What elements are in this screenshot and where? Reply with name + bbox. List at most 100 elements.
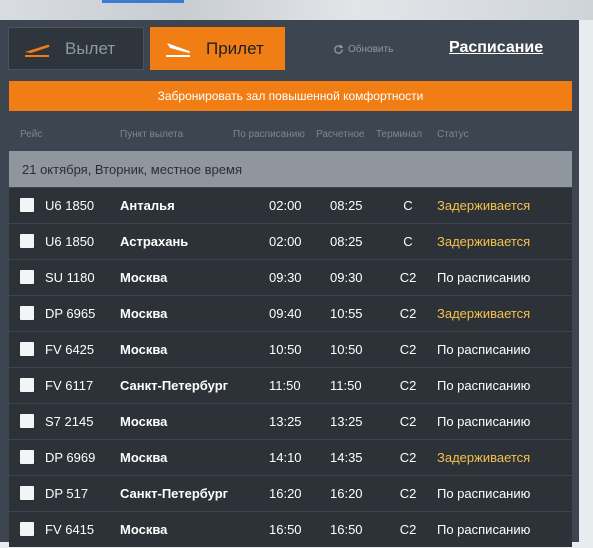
terminal: C2	[399, 450, 417, 465]
scheduled-time: 16:50	[269, 522, 302, 537]
page-margin	[579, 20, 593, 542]
estimated-time: 16:20	[330, 486, 363, 501]
flight-status: Задерживается	[437, 306, 531, 321]
origin-city: Москва	[120, 450, 168, 465]
origin-city: Москва	[120, 342, 168, 357]
terminal: C2	[399, 486, 417, 501]
flight-number: FV 6415	[45, 522, 95, 537]
terminal: C2	[399, 414, 417, 429]
tab-departure-label: Вылет	[65, 38, 116, 58]
airline-logo-icon	[20, 306, 34, 320]
flight-list: U6 1850 Анталья 02:00 08:25 C Задерживается U6…	[9, 188, 572, 548]
col-flight: Рейс	[20, 129, 43, 140]
estimated-time: 13:25	[330, 414, 363, 429]
flight-row[interactable]: DP 517 Санкт-Петербург 16:20 16:20 C2 По расп…	[9, 476, 572, 511]
origin-city: Москва	[120, 414, 168, 429]
estimated-time: 10:55	[330, 306, 363, 321]
estimated-time: 16:50	[330, 522, 363, 537]
airline-logo-icon	[20, 234, 34, 248]
estimated-time: 09:30	[330, 270, 363, 285]
flight-number: DP 517	[45, 486, 89, 501]
flight-number: U6 1850	[45, 234, 95, 249]
terminal: C	[403, 234, 413, 249]
origin-city: Москва	[120, 270, 168, 285]
top-blue-underline	[102, 0, 184, 3]
flight-number: U6 1850	[45, 198, 95, 213]
column-headers: Рейс Пункт вылета По расписанию Расчетно…	[0, 120, 579, 148]
scheduled-time: 02:00	[269, 234, 302, 249]
scheduled-time: 14:10	[269, 450, 302, 465]
scheduled-time: 10:50	[269, 342, 302, 357]
origin-city: Москва	[120, 522, 168, 537]
terminal: C2	[399, 522, 417, 537]
estimated-time: 08:25	[330, 234, 363, 249]
origin-city: Санкт-Петербург	[120, 486, 229, 501]
flight-status: По расписанию	[437, 414, 531, 429]
estimated-time: 08:25	[330, 198, 363, 213]
plane-landing-icon	[166, 42, 190, 57]
flight-number: SU 1180	[45, 270, 95, 285]
flight-row[interactable]: SU 1180 Москва 09:30 09:30 C2 По расписанию	[9, 260, 572, 295]
airline-logo-icon	[20, 450, 34, 464]
col-status: Статус	[437, 129, 469, 140]
refresh-icon	[334, 44, 344, 54]
airline-logo-icon	[20, 414, 34, 428]
book-lounge-button[interactable]: Забронировать зал повышенной комфортност…	[9, 81, 572, 111]
scheduled-time: 16:20	[269, 486, 302, 501]
board-tabs: Вылет Прилет Обновить Расписание	[0, 20, 579, 80]
airline-logo-icon	[20, 522, 34, 536]
flight-board: Вылет Прилет Обновить Расписание Заброни…	[0, 20, 579, 547]
refresh-label: Обновить	[348, 44, 394, 55]
scheduled-time: 02:00	[269, 198, 302, 213]
schedule-link[interactable]: Расписание	[449, 39, 543, 57]
flight-status: По расписанию	[437, 378, 531, 393]
flight-row[interactable]: S7 2145 Москва 13:25 13:25 C2 По расписанию	[9, 404, 572, 439]
plane-takeoff-icon	[25, 44, 50, 57]
estimated-time: 14:35	[330, 450, 363, 465]
terminal: C2	[399, 342, 417, 357]
airline-logo-icon	[20, 342, 34, 356]
terminal: C2	[399, 270, 417, 285]
col-origin: Пункт вылета	[120, 129, 184, 140]
tab-departure[interactable]: Вылет	[8, 27, 144, 70]
flight-status: По расписанию	[437, 522, 531, 537]
scheduled-time: 09:30	[269, 270, 302, 285]
col-estimated: Расчетное	[316, 129, 365, 140]
flight-status: Задерживается	[437, 198, 531, 213]
tab-arrival[interactable]: Прилет	[150, 27, 285, 70]
airline-logo-icon	[20, 198, 34, 212]
flight-row[interactable]: U6 1850 Астрахань 02:00 08:25 C Задерживается	[9, 224, 572, 259]
scheduled-time: 11:50	[269, 378, 301, 393]
refresh-button[interactable]: Обновить	[333, 44, 393, 55]
flight-status: По расписанию	[437, 486, 531, 501]
airline-logo-icon	[20, 486, 34, 500]
origin-city: Москва	[120, 306, 168, 321]
col-terminal: Терминал	[376, 129, 423, 140]
flight-number: FV 6425	[45, 342, 95, 357]
terminal: C	[403, 198, 413, 213]
origin-city: Анталья	[120, 198, 175, 213]
flight-row[interactable]: DP 6965 Москва 09:40 10:55 C2 Задерживается	[9, 296, 572, 331]
tab-arrival-label: Прилет	[206, 38, 264, 58]
flight-row[interactable]: U6 1850 Анталья 02:00 08:25 C Задерживается	[9, 188, 572, 223]
col-scheduled: По расписанию	[233, 129, 305, 140]
estimated-time: 11:50	[330, 378, 362, 393]
airline-logo-icon	[20, 378, 34, 392]
flight-number: S7 2145	[45, 414, 94, 429]
flight-status: По расписанию	[437, 342, 531, 357]
estimated-time: 10:50	[330, 342, 363, 357]
flight-number: DP 6969	[45, 450, 96, 465]
origin-city: Санкт-Петербург	[120, 378, 229, 393]
flight-row[interactable]: DP 6969 Москва 14:10 14:35 C2 Задерживается	[9, 440, 572, 475]
flight-number: DP 6965	[45, 306, 96, 321]
flight-number: FV 6117	[45, 378, 94, 393]
scheduled-time: 09:40	[269, 306, 302, 321]
flight-status: Задерживается	[437, 234, 531, 249]
terminal: C2	[399, 306, 417, 321]
date-bar: 21 октября, Вторник, местное время	[9, 151, 572, 187]
flight-status: Задерживается	[437, 450, 531, 465]
flight-row[interactable]: FV 6425 Москва 10:50 10:50 C2 По расписанию	[9, 332, 572, 367]
flight-row[interactable]: FV 6117 Санкт-Петербург 11:50 11:50 C2 По рас…	[9, 368, 572, 403]
scheduled-time: 13:25	[269, 414, 302, 429]
terminal: C2	[399, 378, 417, 393]
